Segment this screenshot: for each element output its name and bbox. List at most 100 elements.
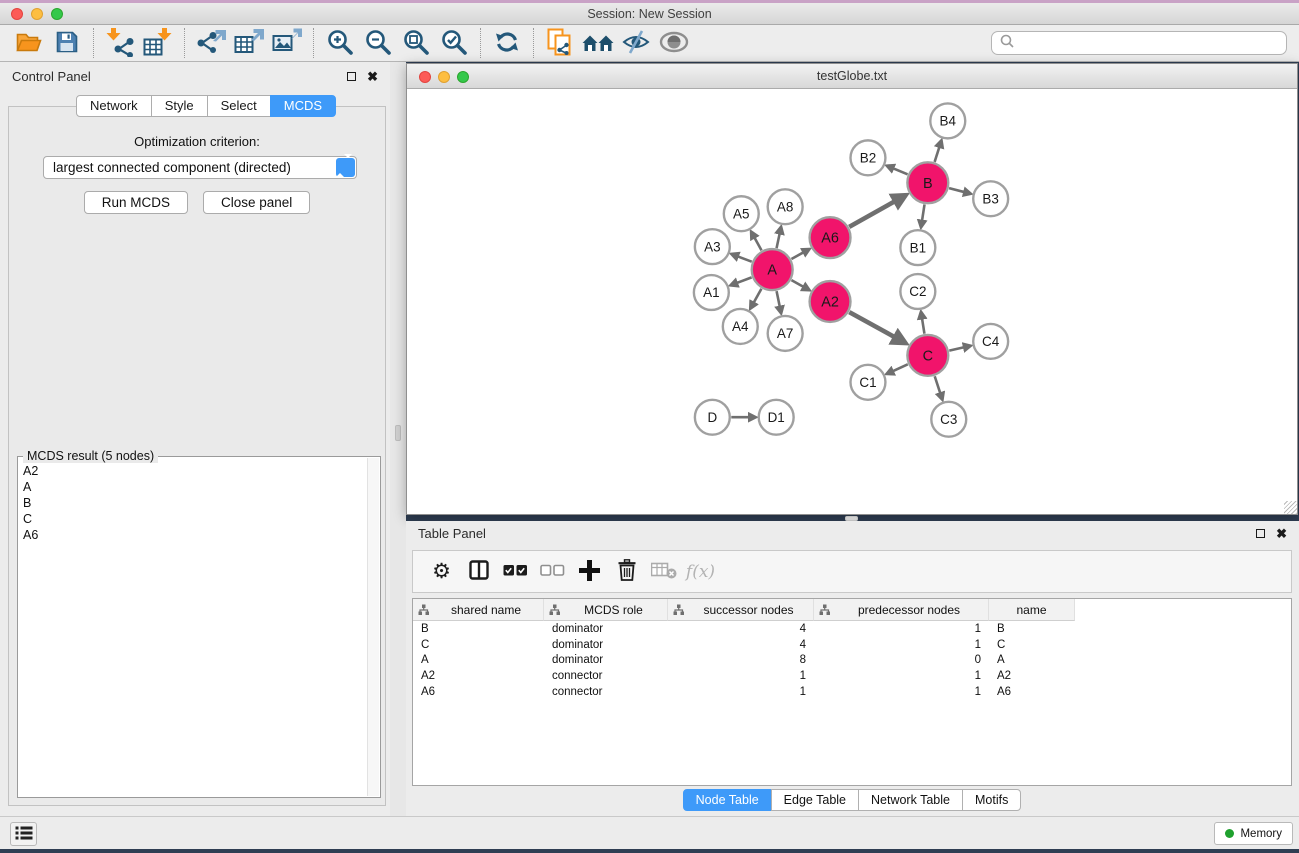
tab-network[interactable]: Network: [76, 95, 152, 117]
edge-A2-C[interactable]: [849, 312, 894, 337]
table-row[interactable]: Cdominator41C: [413, 637, 1291, 653]
node-B3[interactable]: B3: [973, 181, 1008, 216]
zoom-window-button[interactable]: [51, 8, 63, 20]
refresh-button[interactable]: [488, 27, 526, 59]
network-window-titlebar[interactable]: testGlobe.txt: [407, 64, 1297, 89]
column-visibility-button[interactable]: [460, 555, 497, 589]
zoom-selected-button[interactable]: [435, 27, 473, 59]
node-C3[interactable]: C3: [931, 402, 966, 437]
minimize-window-button[interactable]: [31, 8, 43, 20]
node-C1[interactable]: C1: [851, 365, 886, 400]
add-column-button[interactable]: [571, 555, 608, 589]
column-header-MCDS-role[interactable]: MCDS role: [544, 599, 668, 621]
network-minimize-button[interactable]: [438, 71, 450, 83]
edge-C-C3[interactable]: [935, 376, 941, 393]
node-B1[interactable]: B1: [900, 230, 935, 265]
node-C[interactable]: C: [907, 335, 948, 376]
edge-A-A2[interactable]: [791, 280, 803, 287]
node-A1[interactable]: A1: [694, 275, 729, 310]
select-all-button[interactable]: [497, 555, 534, 589]
node-A[interactable]: A: [752, 249, 793, 290]
zoom-out-button[interactable]: [359, 27, 397, 59]
column-header-predecessor-nodes[interactable]: predecessor nodes: [814, 599, 989, 621]
tab-network-table[interactable]: Network Table: [858, 789, 963, 811]
import-network-button[interactable]: [101, 27, 139, 59]
node-C2[interactable]: C2: [900, 274, 935, 309]
result-item[interactable]: A6: [20, 527, 366, 543]
network-window-controls[interactable]: [419, 71, 469, 83]
export-table-button[interactable]: [230, 27, 268, 59]
table-row[interactable]: A2connector11A2: [413, 668, 1291, 684]
zoom-fit-button[interactable]: [397, 27, 435, 59]
edge-B-B2[interactable]: [893, 168, 907, 174]
edge-A-A4[interactable]: [754, 289, 762, 303]
window-resize-grip[interactable]: [1284, 501, 1297, 514]
tab-style[interactable]: Style: [151, 95, 208, 117]
table-row[interactable]: Bdominator41B: [413, 621, 1291, 637]
node-A3[interactable]: A3: [695, 229, 730, 264]
result-item[interactable]: A2: [20, 463, 366, 479]
run-mcds-button[interactable]: Run MCDS: [84, 191, 188, 214]
import-table-button[interactable]: [139, 27, 177, 59]
splitter-grip[interactable]: [395, 425, 401, 441]
close-panel-button[interactable]: Close panel: [203, 191, 310, 214]
node-B[interactable]: B: [907, 162, 948, 203]
edge-C-C4[interactable]: [949, 347, 964, 350]
table-row[interactable]: A6connector11A6: [413, 684, 1291, 700]
edge-A-A3[interactable]: [738, 256, 752, 261]
float-panel-icon[interactable]: [347, 72, 356, 81]
edge-A-A7[interactable]: [777, 291, 780, 307]
node-table[interactable]: shared nameMCDS rolesuccessor nodesprede…: [412, 598, 1292, 786]
result-scrollbar[interactable]: [367, 458, 379, 796]
edge-A-A1[interactable]: [737, 277, 752, 283]
mcds-result-list[interactable]: A2ABCA6: [20, 463, 366, 795]
optimization-criterion-select[interactable]: largest connected component (directed): [43, 156, 357, 179]
network-graph[interactable]: B4B2BB3A8A5A6A3B1AA1C2A2A4A7C4CC1C3DD1: [407, 89, 1297, 514]
network-close-button[interactable]: [419, 71, 431, 83]
home-layout-button[interactable]: [579, 27, 617, 59]
result-item[interactable]: A: [20, 479, 366, 495]
tab-mcds[interactable]: MCDS: [270, 95, 336, 117]
zoom-in-button[interactable]: [321, 27, 359, 59]
column-header-shared-name[interactable]: shared name: [413, 599, 544, 621]
deselect-all-button[interactable]: [534, 555, 571, 589]
node-B2[interactable]: B2: [851, 140, 886, 175]
tab-node-table[interactable]: Node Table: [683, 789, 772, 811]
edge-C-C2[interactable]: [922, 318, 924, 333]
window-controls[interactable]: [11, 8, 63, 20]
node-D[interactable]: D: [695, 400, 730, 435]
edge-B-B3[interactable]: [949, 188, 964, 192]
memory-button[interactable]: Memory: [1214, 822, 1293, 845]
table-row[interactable]: Adominator80A: [413, 653, 1291, 669]
export-image-button[interactable]: [268, 27, 306, 59]
delete-column-button[interactable]: [608, 555, 645, 589]
edge-C-C1[interactable]: [893, 364, 908, 371]
search-input[interactable]: [1019, 36, 1278, 50]
edge-A-A6[interactable]: [791, 252, 803, 259]
column-header-successor-nodes[interactable]: successor nodes: [668, 599, 814, 621]
edge-A-A5[interactable]: [754, 238, 761, 251]
tab-motifs[interactable]: Motifs: [962, 789, 1021, 811]
close-table-panel-icon[interactable]: ✖: [1276, 527, 1287, 540]
close-window-button[interactable]: [11, 8, 23, 20]
node-A4[interactable]: A4: [723, 309, 758, 344]
node-A5[interactable]: A5: [724, 196, 759, 231]
node-A2[interactable]: A2: [810, 281, 851, 322]
tab-edge-table[interactable]: Edge Table: [771, 789, 859, 811]
close-panel-icon[interactable]: ✖: [367, 70, 378, 83]
node-D1[interactable]: D1: [759, 400, 794, 435]
node-B4[interactable]: B4: [930, 103, 965, 138]
save-session-button[interactable]: [48, 27, 86, 59]
search-field[interactable]: [991, 31, 1287, 55]
result-item[interactable]: B: [20, 495, 366, 511]
edge-A-A8[interactable]: [777, 233, 780, 248]
show-graphics-button[interactable]: [655, 27, 693, 59]
tab-select[interactable]: Select: [207, 95, 271, 117]
float-table-panel-icon[interactable]: [1256, 529, 1265, 538]
vertical-splitter[interactable]: [390, 62, 406, 816]
clone-network-button[interactable]: [541, 27, 579, 59]
column-header-name[interactable]: name: [989, 599, 1075, 621]
node-A7[interactable]: A7: [768, 316, 803, 351]
node-C4[interactable]: C4: [973, 324, 1008, 359]
edge-B-B4[interactable]: [935, 147, 940, 162]
